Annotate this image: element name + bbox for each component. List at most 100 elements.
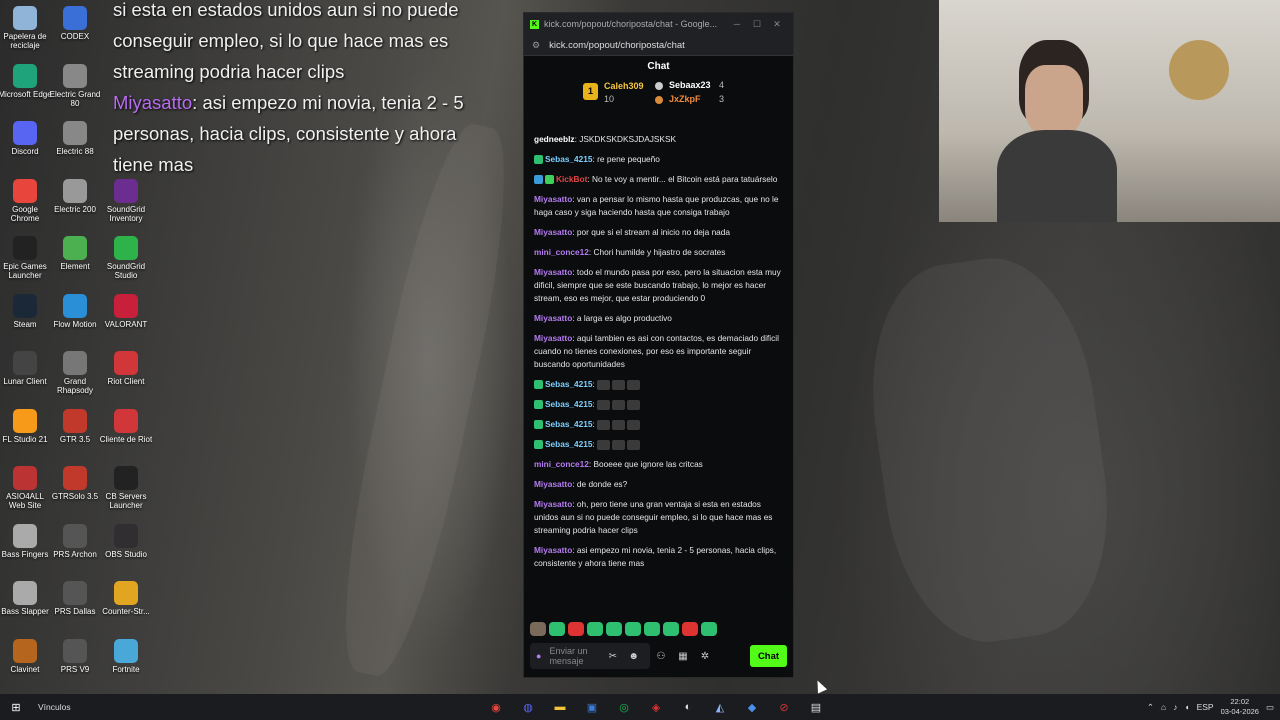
- desktop-icon[interactable]: Bass Slapper: [0, 581, 53, 616]
- desktop-icon[interactable]: Element: [47, 236, 103, 271]
- tray-mic-icon[interactable]: ♪: [1173, 702, 1177, 712]
- desktop-icon[interactable]: Papelera de reciclaje: [0, 6, 53, 50]
- chat-input[interactable]: ● Enviar un mensaje ✂ ☻: [530, 643, 650, 669]
- desktop-icon-label: Electric Grand 80: [49, 89, 101, 108]
- desktop-icon[interactable]: Fortnite: [98, 638, 154, 674]
- chat-username[interactable]: Sebas_4215: [545, 419, 593, 429]
- desktop-icon[interactable]: SoundGrid Studio: [98, 236, 154, 280]
- calendar-app-icon[interactable]: ▣: [580, 698, 604, 716]
- steam-taskbar-icon[interactable]: ◭: [708, 698, 732, 716]
- obs-taskbar-icon[interactable]: ◐: [676, 698, 700, 716]
- quick-emote-icon[interactable]: [682, 622, 698, 636]
- settings-gear-icon[interactable]: ✲: [694, 651, 716, 662]
- chat-username[interactable]: Sebas_4215: [545, 399, 593, 409]
- desktop-icon[interactable]: Riot Client: [98, 351, 154, 386]
- desktop-icon[interactable]: Lunar Client: [0, 351, 53, 386]
- desktop-icon[interactable]: PRS Dallas: [47, 581, 103, 616]
- microphone-icon[interactable]: ●: [536, 651, 541, 661]
- tray-volume-icon[interactable]: ◖: [1184, 702, 1189, 712]
- chat-username[interactable]: Miyasatto: [534, 194, 572, 204]
- quick-emote-icon[interactable]: [549, 622, 565, 636]
- quick-emote-icon[interactable]: [701, 622, 717, 636]
- quick-emote-icon[interactable]: [587, 622, 603, 636]
- quick-emote-icon[interactable]: [606, 622, 622, 636]
- chat-username[interactable]: Sebas_4215: [545, 154, 593, 164]
- desktop-icon[interactable]: PRS Archon: [47, 523, 103, 559]
- windows-start-icon[interactable]: ⊞: [4, 698, 28, 716]
- chat-username[interactable]: Sebas_4215: [545, 439, 593, 449]
- minimize-button[interactable]: ─: [727, 19, 747, 29]
- desktop-icon[interactable]: Epic Games Launcher: [0, 236, 53, 280]
- chat-messages[interactable]: gedneeblz: JSKDKSKDKSJDAJSKSK Sebas_4215:…: [524, 133, 793, 623]
- chat-username[interactable]: mini_conce12: [534, 247, 589, 257]
- close-button[interactable]: ✕: [767, 19, 787, 30]
- desktop-icon[interactable]: Counter-Str...: [98, 581, 154, 616]
- discord-taskbar-icon[interactable]: ◍: [516, 698, 540, 716]
- desktop-icon[interactable]: Cliente de Riot: [98, 408, 154, 444]
- users-icon[interactable]: ⚇: [650, 651, 672, 662]
- chat-username[interactable]: Miyasatto: [534, 227, 572, 237]
- chat-username[interactable]: Sebas_4215: [545, 379, 593, 389]
- chat-username[interactable]: Miyasatto: [534, 479, 572, 489]
- chat-popout-window: K kick.com/popout/choriposta/chat - Goog…: [523, 12, 794, 678]
- spotify-icon[interactable]: ◎: [612, 698, 636, 716]
- chat-emote-icon: [627, 399, 641, 410]
- chat-username[interactable]: gedneeblz: [534, 134, 575, 144]
- desktop-icon[interactable]: CB Servers Launcher: [98, 466, 154, 510]
- riot-taskbar-icon[interactable]: ⊘: [772, 698, 796, 716]
- desktop-icon[interactable]: ASIO4ALL Web Site: [0, 466, 53, 510]
- desktop-icon[interactable]: Microsoft Edge: [0, 63, 53, 99]
- desktop-icon[interactable]: Electric 88: [47, 121, 103, 156]
- desktop-icon[interactable]: VALORANT: [98, 293, 154, 329]
- desktop-icon[interactable]: CODEX: [47, 6, 103, 41]
- window-titlebar[interactable]: K kick.com/popout/choriposta/chat - Goog…: [524, 13, 793, 35]
- quick-emote-icon[interactable]: [663, 622, 679, 636]
- app-blue-icon[interactable]: ◆: [740, 698, 764, 716]
- desktop-icon[interactable]: Flow Motion: [47, 293, 103, 329]
- taskbar-links-label[interactable]: Vínculos: [38, 702, 71, 712]
- tray-network-icon[interactable]: ⌂: [1161, 702, 1166, 712]
- desktop-icon[interactable]: Steam: [0, 293, 53, 329]
- smiley-icon[interactable]: ☻: [623, 651, 644, 662]
- clock[interactable]: 22:02 03-04-2026: [1221, 697, 1259, 717]
- maximize-button[interactable]: ☐: [747, 19, 767, 30]
- chat-username[interactable]: KickBot: [556, 174, 587, 184]
- desktop-icon[interactable]: Bass Fingers: [0, 523, 53, 559]
- chat-username[interactable]: Miyasatto: [534, 499, 572, 509]
- quick-emote-icon[interactable]: [625, 622, 641, 636]
- desktop-icon[interactable]: Discord: [0, 121, 53, 156]
- quick-emote-icon[interactable]: [530, 622, 546, 636]
- language-indicator[interactable]: ESP: [1197, 702, 1214, 712]
- quick-emote-icon[interactable]: [644, 622, 660, 636]
- notifications-icon[interactable]: ▭: [1266, 702, 1274, 713]
- chat-username[interactable]: mini_conce12: [534, 459, 589, 469]
- desktop-icon[interactable]: Google Chrome: [0, 178, 53, 223]
- chat-username[interactable]: Miyasatto: [534, 545, 572, 555]
- desktop-icon[interactable]: Clavinet: [0, 638, 53, 674]
- desktop-icon[interactable]: SoundGrid Inventory: [98, 178, 154, 223]
- desktop-icon[interactable]: Electric Grand 80: [47, 63, 103, 108]
- desktop-icon[interactable]: FL Studio 21: [0, 408, 53, 444]
- chat-username[interactable]: Miyasatto: [534, 313, 572, 323]
- desktop-icon[interactable]: OBS Studio: [98, 523, 154, 559]
- desktop-icon[interactable]: PRS V9: [47, 638, 103, 674]
- chat-username[interactable]: Miyasatto: [534, 267, 572, 277]
- site-info-icon[interactable]: ⚙: [532, 40, 540, 51]
- gift-icon[interactable]: ▦: [672, 651, 694, 662]
- desktop-icon[interactable]: GTRSolo 3.5: [47, 466, 103, 501]
- desktop-icon[interactable]: GTR 3.5: [47, 408, 103, 444]
- desktop-icon[interactable]: Grand Rhapsody: [47, 351, 103, 395]
- address-bar[interactable]: ⚙ kick.com/popout/choriposta/chat: [524, 35, 793, 56]
- file-explorer-icon[interactable]: ▬: [548, 698, 572, 716]
- tray-chevron-up-icon[interactable]: ⌃: [1147, 702, 1154, 713]
- app-terminal-icon[interactable]: ▤: [804, 698, 828, 716]
- chrome-taskbar-icon[interactable]: ◉: [484, 698, 508, 716]
- app-red-icon[interactable]: ◈: [644, 698, 668, 716]
- overlay-line: streaming podria hacer clips: [113, 61, 345, 82]
- desktop-icon[interactable]: Electric 200: [47, 178, 103, 214]
- quick-emote-icon[interactable]: [568, 622, 584, 636]
- chat-username[interactable]: Miyasatto: [534, 333, 572, 343]
- emote-picker-icon[interactable]: ✂: [602, 651, 623, 662]
- chat-emote-icon: [627, 379, 641, 390]
- send-chat-button[interactable]: Chat: [750, 645, 787, 667]
